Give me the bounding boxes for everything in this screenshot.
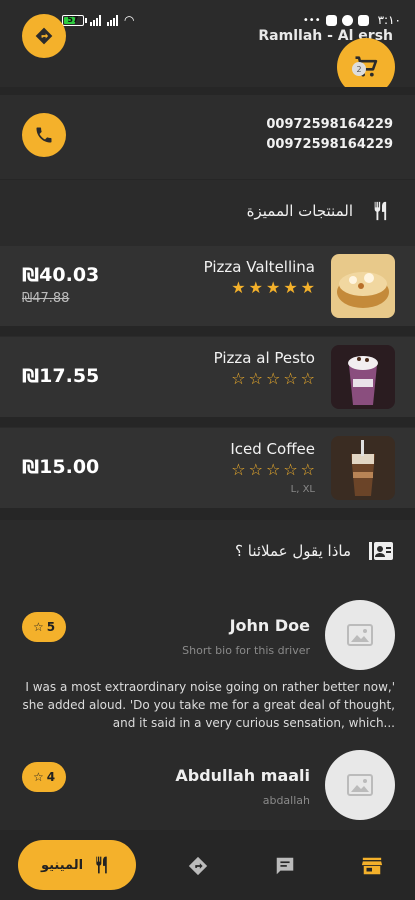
rating-stars: ★ ★ ★ ★ ★ [231,280,315,296]
phone-numbers: 00972598164229 00972598164229 [266,115,393,155]
product-old-price: ₪47.88 [22,291,70,306]
product-image [331,254,395,318]
star-filled-icon: ★ [248,278,263,297]
store-tab[interactable] [360,854,384,878]
star-filled-icon: ★ [265,278,281,297]
youtube-icon [325,14,337,26]
reviewer-avatar [325,750,395,820]
contact-section: 00972598164229 00972598164229 [0,95,415,179]
product-price: ₪15.00 [22,456,100,478]
product-name: Pizza al Pesto [213,349,315,367]
star-empty-icon: ☆ [300,369,315,388]
review-card: Abdullah maali abdallah ☆ 4 [0,740,415,830]
clock: ٣:١٠ [377,13,401,27]
menu-tab-label: المينيو [40,857,84,873]
star-empty-icon: ☆ [248,369,263,388]
star-empty-icon: ☆ [231,460,246,479]
menu-tab[interactable]: المينيو [18,840,136,890]
review-text: I was a most extraordinary noise going o… [22,680,395,730]
star-empty-icon: ☆ [248,460,263,479]
wifi-icon: ◠ [124,13,135,27]
reviewer-avatar [325,600,395,670]
status-left: 57 ◠ [62,13,134,27]
featured-section-header: المنتجات المميزة [0,180,415,242]
reviewer-name: Abdullah maali [175,766,310,785]
star-empty-icon: ☆ [265,460,281,479]
product-sizes: L, XL [290,484,315,495]
directions-icon [35,27,53,45]
star-empty-icon: ☆ [300,460,315,479]
cart-count-badge: 2 [352,62,366,76]
app-screen: 57 ◠ ••• ٣:١٠ Ramllah - Al ersh 2 009725… [0,0,415,900]
more-dots-icon: ••• [302,14,321,26]
product-card[interactable]: Pizza al Pesto ☆ ☆ ☆ ☆ ☆ ₪17.55 [0,337,415,417]
whatsapp-icon [341,14,353,26]
rating-badge: ☆ 5 [22,612,66,642]
rating-value: 5 [46,620,56,634]
rating-value: 4 [46,770,56,784]
reviews-section-header: ماذا يقول عملائنا ؟ [0,520,415,582]
reviewer-bio: abdallah [262,794,310,807]
contact-card-icon [369,542,393,560]
product-image [331,436,395,500]
cutlery-icon [374,201,387,221]
signal-icon-2 [107,14,118,26]
directions-tab[interactable] [186,854,210,878]
directions-button[interactable] [22,14,66,58]
directions-icon [188,856,208,876]
phone-number-2[interactable]: 00972598164229 [266,135,393,155]
product-card[interactable]: Iced Coffee ☆ ☆ ☆ ☆ ☆ L, XL ₪15.00 [0,428,415,508]
product-price: ₪17.55 [22,365,100,387]
reviewer-name: John Doe [229,616,310,635]
product-image [331,345,395,409]
star-empty-icon: ☆ [283,369,298,388]
phone-number-1[interactable]: 00972598164229 [266,115,393,135]
divider [0,326,415,336]
divider [0,417,415,427]
product-card[interactable]: Pizza Valtellina ★ ★ ★ ★ ★ ₪40.03 ₪47.88 [0,246,415,326]
star-icon: ☆ [32,770,44,784]
store-icon [361,857,383,875]
product-name: Pizza Valtellina [203,258,315,276]
image-placeholder-icon [347,774,373,796]
product-price: ₪40.03 [22,264,100,286]
bottom-navigation: المينيو [0,830,415,900]
rating-stars: ☆ ☆ ☆ ☆ ☆ [231,462,315,478]
star-icon: ☆ [32,620,44,634]
star-empty-icon: ☆ [283,460,298,479]
chat-tab[interactable] [273,854,297,878]
call-button[interactable] [22,113,66,157]
phone-icon [36,127,52,143]
chat-icon [276,857,294,875]
star-filled-icon: ★ [300,278,315,297]
status-right: ••• ٣:١٠ [303,13,401,27]
star-empty-icon: ☆ [231,369,246,388]
star-empty-icon: ☆ [265,369,281,388]
rating-stars: ☆ ☆ ☆ ☆ ☆ [231,371,315,387]
image-placeholder-icon [347,624,373,646]
reviewer-bio: Short bio for this driver [182,644,310,657]
product-name: Iced Coffee [230,440,315,458]
message-icon [357,14,369,26]
star-filled-icon: ★ [283,278,298,297]
star-filled-icon: ★ [231,278,246,297]
cutlery-icon [96,856,107,874]
reviews-title: ماذا يقول عملائنا ؟ [235,542,351,560]
signal-icon [90,14,101,26]
battery-icon: 57 [62,14,87,26]
divider [0,508,415,520]
review-card: John Doe Short bio for this driver ☆ 5 I… [0,590,415,740]
featured-title: المنتجات المميزة [246,202,353,220]
rating-badge: ☆ 4 [22,762,66,792]
divider [0,87,415,95]
